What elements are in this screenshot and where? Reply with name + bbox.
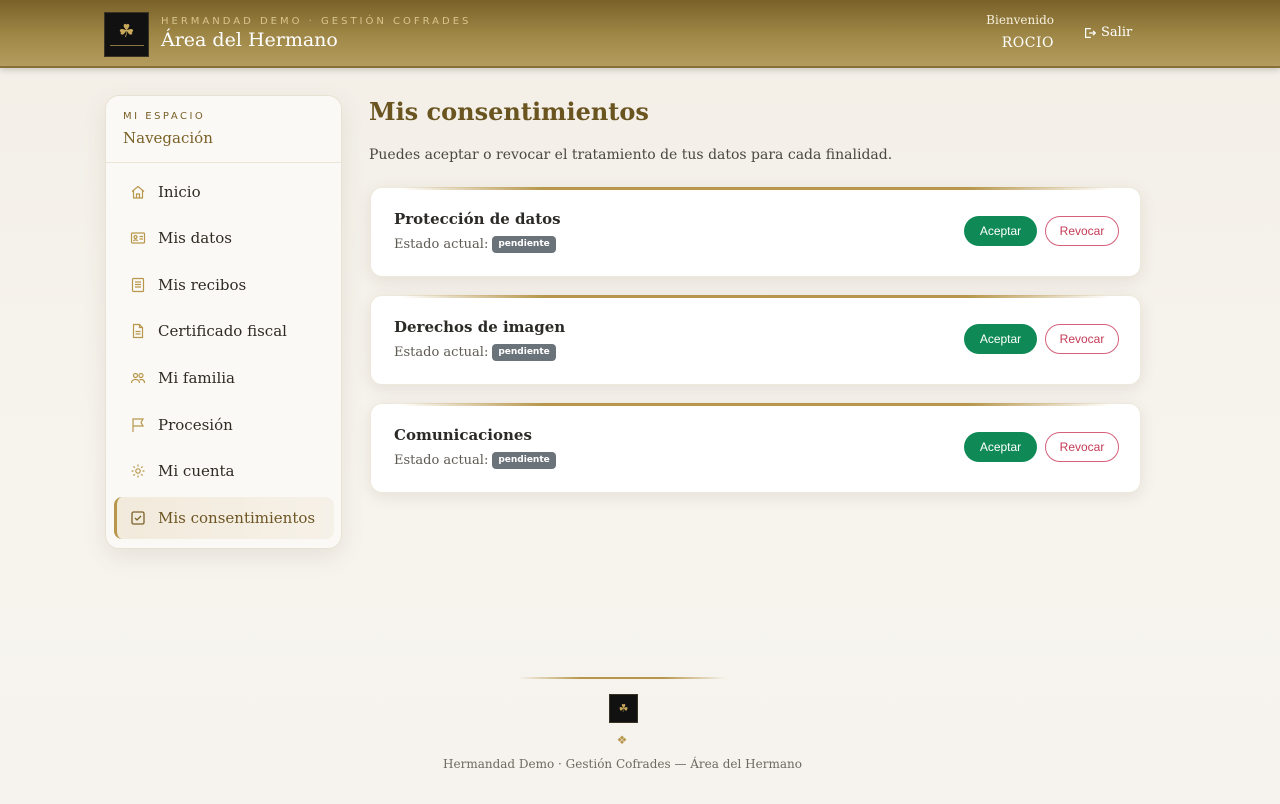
brotherhood-crest-icon[interactable]: ☘ — [104, 12, 149, 57]
sidebar-item-label: Mi familia — [158, 369, 235, 387]
sidebar-item-procesion[interactable]: Procesión — [114, 404, 334, 446]
consent-card: Protección de datos Estado actual: pendi… — [370, 187, 1141, 277]
state-label: Estado actual: — [394, 453, 489, 468]
sidebar-item-certificado-fiscal[interactable]: Certificado fiscal — [114, 310, 334, 352]
checkbox-icon — [131, 511, 145, 525]
accept-button[interactable]: Aceptar — [964, 216, 1037, 246]
status-badge: pendiente — [492, 236, 556, 253]
sidebar-item-label: Inicio — [158, 183, 201, 201]
consent-state: Estado actual: pendiente — [394, 344, 556, 361]
accept-button[interactable]: Aceptar — [964, 324, 1037, 354]
welcome-label: Bienvenido — [986, 13, 1054, 27]
username: ROCIO — [1001, 35, 1054, 51]
sidebar: MI ESPACIO Navegación Inicio Mis datos M… — [105, 95, 342, 549]
sidebar-item-label: Mis datos — [158, 229, 232, 247]
sidebar-title: Navegación — [123, 129, 213, 147]
footer-crest-icon: ☘ — [609, 694, 638, 723]
revoke-button[interactable]: Revocar — [1045, 216, 1119, 246]
receipt-icon — [131, 277, 145, 293]
logout-label: Salir — [1101, 25, 1133, 40]
app-title: Área del Hermano — [161, 29, 338, 51]
page-description: Puedes aceptar o revocar el tratamiento … — [369, 147, 893, 163]
footer-divider — [518, 677, 726, 679]
sidebar-item-label: Procesión — [158, 416, 233, 434]
sidebar-item-label: Mis recibos — [158, 276, 247, 294]
sidebar-item-mis-consentimientos[interactable]: Mis consentimientos — [114, 497, 334, 539]
flag-icon — [132, 418, 145, 432]
gear-icon — [131, 464, 145, 478]
state-label: Estado actual: — [394, 345, 489, 360]
consent-title: Comunicaciones — [394, 426, 532, 444]
accept-button[interactable]: Aceptar — [964, 432, 1037, 462]
top-header: ☘ HERMANDAD DEMO · GESTIÓN COFRADES Área… — [0, 0, 1280, 68]
consent-state: Estado actual: pendiente — [394, 452, 556, 469]
logout-button[interactable]: Salir — [1083, 25, 1132, 40]
revoke-button[interactable]: Revocar — [1045, 432, 1119, 462]
consent-title: Derechos de imagen — [394, 318, 566, 336]
footer-text: Hermandad Demo · Gestión Cofrades — Área… — [443, 757, 802, 771]
revoke-button[interactable]: Revocar — [1045, 324, 1119, 354]
sidebar-item-mis-recibos[interactable]: Mis recibos — [114, 264, 334, 306]
consent-state: Estado actual: pendiente — [394, 236, 556, 253]
consent-card: Comunicaciones Estado actual: pendiente … — [370, 403, 1141, 493]
state-label: Estado actual: — [394, 237, 489, 252]
brand-subtitle: HERMANDAD DEMO · GESTIÓN COFRADES — [161, 16, 472, 27]
logout-icon — [1085, 27, 1097, 38]
consent-card: Derechos de imagen Estado actual: pendie… — [370, 295, 1141, 385]
id-card-icon — [130, 232, 146, 244]
sidebar-item-label: Mis consentimientos — [158, 509, 316, 527]
sidebar-item-label: Mi cuenta — [158, 462, 235, 480]
family-icon — [130, 372, 146, 384]
footer-ornament-icon: ❖ — [616, 733, 628, 747]
status-badge: pendiente — [492, 452, 556, 469]
home-icon — [131, 185, 145, 199]
page-title: Mis consentimientos — [369, 97, 649, 126]
sidebar-item-label: Certificado fiscal — [158, 322, 287, 340]
sidebar-item-inicio[interactable]: Inicio — [114, 171, 334, 213]
sidebar-item-mis-datos[interactable]: Mis datos — [114, 217, 334, 259]
sidebar-item-mi-familia[interactable]: Mi familia — [114, 357, 334, 399]
sidebar-kicker: MI ESPACIO — [123, 111, 206, 122]
consent-title: Protección de datos — [394, 210, 561, 228]
sidebar-item-mi-cuenta[interactable]: Mi cuenta — [114, 450, 334, 492]
sidebar-divider — [106, 162, 341, 163]
status-badge: pendiente — [492, 344, 556, 361]
document-icon — [132, 323, 144, 339]
